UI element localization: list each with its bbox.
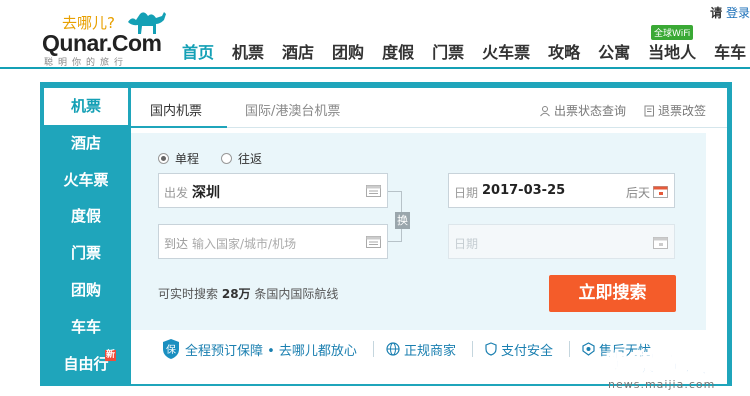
calendar-icon [653,237,668,249]
guarantee-payment[interactable]: 支付安全 [485,340,553,359]
search-button[interactable]: 立即搜索 [549,275,676,312]
arrival-placeholder: 输入国家/城市/机场 [192,237,297,251]
return-date-label: 日期 [454,237,479,251]
nav-group-buy[interactable]: 团购 [332,40,364,66]
refund-change-link[interactable]: 退票改签 [644,102,706,119]
departure-city-field[interactable]: 出发 深圳 [158,173,388,208]
date-label: 日期 [454,186,479,200]
qunar-logo[interactable]: 去哪儿? Qunar.Com 聪明你的旅行 [40,8,170,68]
departure-city-value: 深圳 [192,185,220,201]
sidebar-item-hotels[interactable]: 酒店 [44,125,128,162]
sidebar-item-label: 自由行 [63,354,109,373]
svg-text:保: 保 [166,343,176,356]
new-badge: 新 [104,349,116,361]
return-date-field: 日期 [448,224,675,259]
nav-hotels[interactable]: 酒店 [282,40,314,66]
departure-date-value: 2017-03-25 [482,183,566,198]
route-info-suffix: 条国内国际航线 [254,287,339,301]
sidebar-item-vacation[interactable]: 度假 [44,198,128,235]
watermark: 卖家资讯 news.maijia.com [598,344,750,396]
calendar-icon[interactable] [653,185,668,198]
one-way-label[interactable]: 单程 [175,150,199,167]
guarantee-payment-label: 支付安全 [500,343,553,359]
ticket-status-link[interactable]: 出票状态查询 [539,102,626,119]
main-nav: 首页 机票 酒店 团购 度假 门票 火车票 攻略 公寓 当地人 车车 [182,40,750,66]
refund-change-label: 退票改签 [658,104,707,118]
route-count-info: 可实时搜索 28万 条国内国际航线 [158,285,338,302]
flight-tabs: 国内机票 国际/港澳台机票 出票状态查询 退票改签 [131,88,727,128]
sidebar-item-tickets[interactable]: 门票 [44,235,128,272]
sidebar-item-cars[interactable]: 车车 [44,309,128,346]
one-way-radio[interactable] [158,153,169,164]
nav-locals[interactable]: 当地人 [648,40,696,66]
nav-vacation[interactable]: 度假 [382,40,414,66]
divider [372,341,374,357]
nav-tickets[interactable]: 门票 [432,40,464,66]
user-links: 请 登录 [710,4,750,21]
guarantee-full-label: 全程预订保障 • 去哪儿都放心 [185,343,357,359]
departure-label: 出发 [164,186,189,200]
nav-cars[interactable]: 车车 [714,40,746,66]
arrival-label: 到达 [164,237,189,251]
globe-icon [386,342,400,356]
nav-train[interactable]: 火车票 [482,40,530,66]
route-count: 28万 [221,287,251,301]
nav-apartments[interactable]: 公寓 [598,40,630,66]
wifi-badge: 全球WiFi [651,25,694,40]
divider [568,341,570,357]
nav-flights[interactable]: 机票 [232,40,264,66]
document-icon [644,105,654,116]
user-icon [540,105,550,116]
guarantee-merchant[interactable]: 正规商家 [386,340,456,359]
guarantee-full[interactable]: 保 全程预订保障 • 去哪儿都放心 [161,338,357,360]
please-text: 请 [710,6,723,20]
badge-icon [582,342,595,356]
flight-search-form: 单程 往返 出发 深圳 到达 输入国家/城市/机场 换 日期 2017-03-2… [131,133,706,330]
round-trip-radio[interactable] [221,153,233,164]
shield-icon: 保 [163,339,179,359]
route-info-prefix: 可实时搜索 [158,287,219,301]
active-tab-indicator [131,126,227,128]
arrival-city-field[interactable]: 到达 输入国家/城市/机场 [158,224,388,259]
logo-brand: Qunar.Com [42,30,162,56]
sidebar-item-group-buy[interactable]: 团购 [44,272,128,309]
watermark-title: 卖家资讯 [603,349,709,379]
relative-day-hint: 后天 [625,186,650,200]
category-sidebar: 机票 酒店 火车票 度假 门票 团购 车车 自由行 新 [44,88,128,382]
sidebar-item-free-travel[interactable]: 自由行 新 [44,346,128,383]
guarantee-bar: 保 全程预订保障 • 去哪儿都放心 正规商家 支付安全 售后无忧 [161,338,667,360]
sidebar-item-train[interactable]: 火车票 [44,162,128,199]
shield-check-icon [485,342,497,356]
trip-type-selector: 单程 往返 [158,150,284,167]
watermark-url: news.maijia.com [608,378,716,391]
sidebar-item-flights[interactable]: 机票 [44,88,128,125]
swap-cities-button[interactable]: 换 [395,212,410,229]
nav-home[interactable]: 首页 [182,40,214,66]
tab-international[interactable]: 国际/港澳台机票 [245,100,340,119]
nav-guides[interactable]: 攻略 [548,40,580,66]
round-trip-label[interactable]: 往返 [238,150,262,167]
tab-domestic[interactable]: 国内机票 [150,100,202,119]
departure-date-field[interactable]: 日期 2017-03-25 后天 [448,173,675,208]
flight-search-panel: 国内机票 国际/港澳台机票 出票状态查询 退票改签 单程 往返 出发 深圳 到达… [131,88,727,384]
login-link[interactable]: 登录 [726,6,750,20]
ticket-status-label: 出票状态查询 [554,104,627,118]
divider [471,341,473,357]
nav-divider [0,67,750,69]
city-list-icon[interactable] [366,236,381,248]
guarantee-merchant-label: 正规商家 [403,343,456,359]
city-list-icon[interactable] [366,185,381,197]
